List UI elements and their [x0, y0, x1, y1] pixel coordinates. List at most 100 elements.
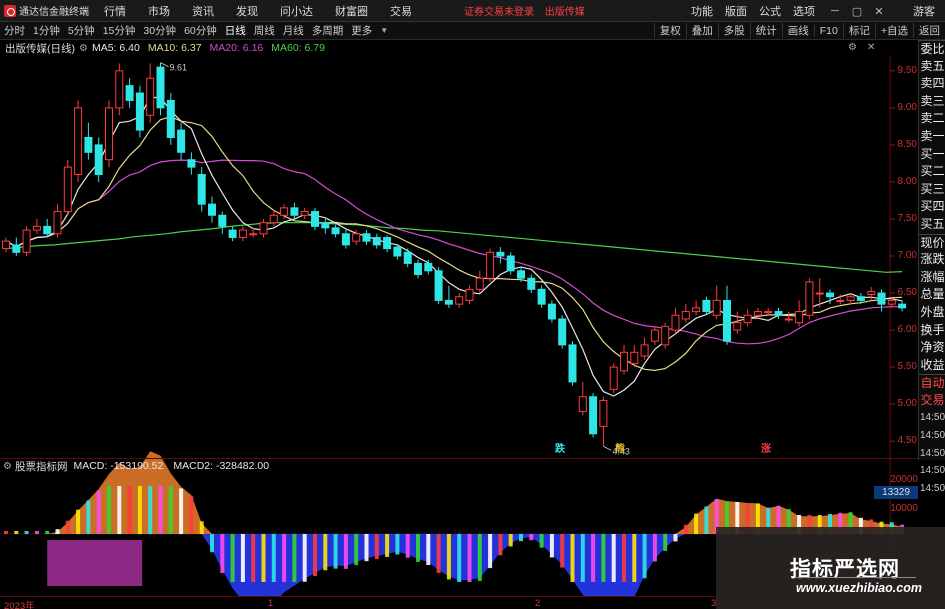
- candle[interactable]: [22, 226, 31, 256]
- overlay-button[interactable]: 叠加: [685, 23, 718, 38]
- candle[interactable]: [681, 304, 690, 323]
- sidebar-item[interactable]: 外盘: [919, 304, 945, 322]
- candle[interactable]: [228, 226, 237, 242]
- menu-quotes[interactable]: 行情: [104, 3, 126, 19]
- sidebar-item[interactable]: 买五: [919, 216, 945, 234]
- period-monthly[interactable]: 月线: [279, 23, 308, 38]
- candle[interactable]: [589, 393, 598, 438]
- close-icon[interactable]: ✕: [867, 42, 875, 53]
- candle[interactable]: [650, 326, 659, 345]
- candle[interactable]: [599, 396, 608, 447]
- candle[interactable]: [166, 93, 175, 145]
- candle[interactable]: [403, 248, 412, 268]
- adjust-button[interactable]: 复权: [653, 23, 686, 38]
- candle[interactable]: [558, 315, 567, 349]
- candle[interactable]: [311, 207, 319, 231]
- candle[interactable]: [527, 274, 536, 294]
- candle[interactable]: [259, 218, 268, 238]
- candle[interactable]: [2, 237, 10, 253]
- auto-trade-button[interactable]: 交易: [919, 392, 945, 410]
- sidebar-item[interactable]: 总量: [919, 286, 945, 304]
- candle[interactable]: [115, 63, 124, 116]
- candle[interactable]: [455, 293, 464, 308]
- period-5min[interactable]: 5分钟: [64, 23, 99, 38]
- candle[interactable]: [84, 122, 93, 160]
- candle[interactable]: [434, 267, 443, 305]
- candle[interactable]: [290, 202, 299, 219]
- candle[interactable]: [764, 307, 773, 316]
- candle[interactable]: [269, 210, 278, 227]
- candle[interactable]: [12, 237, 21, 256]
- candle[interactable]: [630, 344, 639, 368]
- candle[interactable]: [197, 167, 206, 212]
- candle[interactable]: [53, 204, 62, 238]
- candle[interactable]: [321, 218, 330, 234]
- candle[interactable]: [105, 100, 113, 168]
- menu-trade[interactable]: 交易: [390, 3, 412, 19]
- candle[interactable]: [826, 289, 834, 305]
- sidebar-item[interactable]: 买三: [919, 181, 945, 199]
- candle[interactable]: [867, 287, 876, 301]
- period-multi[interactable]: 多周期: [308, 23, 348, 38]
- multi-stock-button[interactable]: 多股: [717, 23, 750, 38]
- candle[interactable]: [702, 296, 711, 316]
- sidebar-item[interactable]: 卖三: [919, 93, 945, 111]
- candle[interactable]: [547, 300, 556, 323]
- period-intraday[interactable]: 分时: [0, 23, 29, 38]
- period-60min[interactable]: 60分钟: [180, 23, 221, 38]
- candle[interactable]: [146, 63, 155, 123]
- menu-market[interactable]: 市场: [148, 3, 170, 19]
- candle[interactable]: [372, 233, 381, 249]
- candle[interactable]: [475, 270, 484, 294]
- settings-icon[interactable]: ⚙: [79, 43, 88, 54]
- candle[interactable]: [177, 122, 186, 160]
- candle[interactable]: [74, 100, 83, 182]
- candle[interactable]: [187, 152, 196, 175]
- candle[interactable]: [135, 85, 144, 138]
- menu-ask[interactable]: 问小达: [280, 3, 313, 19]
- chevron-down-icon[interactable]: ▼: [380, 26, 388, 35]
- candle[interactable]: [486, 248, 495, 282]
- sidebar-item[interactable]: 收益: [919, 357, 945, 375]
- draw-button[interactable]: 画线: [781, 23, 814, 38]
- candle[interactable]: [568, 341, 577, 386]
- candle[interactable]: [692, 300, 701, 316]
- restore-icon[interactable]: ▢: [849, 5, 865, 18]
- sidebar-item[interactable]: 涨跌: [919, 251, 945, 269]
- menu-options[interactable]: 选项: [793, 3, 815, 19]
- candle[interactable]: [331, 224, 340, 238]
- candle[interactable]: [671, 307, 680, 334]
- candle[interactable]: [743, 309, 752, 327]
- period-30min[interactable]: 30分钟: [139, 23, 180, 38]
- statistics-button[interactable]: 统计: [749, 23, 782, 38]
- menu-discover[interactable]: 发现: [236, 3, 258, 19]
- sidebar-item[interactable]: 买四: [919, 198, 945, 216]
- guest-user[interactable]: 游客: [913, 3, 935, 19]
- auto-trade-button[interactable]: 自动: [919, 374, 945, 392]
- candle[interactable]: [300, 207, 309, 219]
- sidebar-item[interactable]: 换手: [919, 322, 945, 340]
- candle[interactable]: [805, 278, 814, 319]
- kline-chart[interactable]: 9.614.43跌熊涨: [0, 56, 918, 596]
- period-weekly[interactable]: 周线: [250, 23, 279, 38]
- sidebar-item[interactable]: 净资: [919, 339, 945, 357]
- minimize-icon[interactable]: ─: [827, 5, 843, 17]
- candle[interactable]: [414, 259, 422, 279]
- sidebar-item[interactable]: 现价: [919, 233, 945, 252]
- sidebar-item[interactable]: 卖四: [919, 75, 945, 93]
- period-daily[interactable]: 日线: [221, 23, 250, 38]
- settings-icon[interactable]: ⚙: [848, 42, 857, 53]
- login-notice[interactable]: 证券交易未登录 出版传媒: [464, 3, 593, 18]
- candle[interactable]: [444, 285, 453, 308]
- candle[interactable]: [218, 211, 227, 234]
- login-status[interactable]: 证券交易未登录: [464, 7, 534, 18]
- candle[interactable]: [393, 244, 402, 260]
- sidebar-item[interactable]: 买二: [919, 163, 945, 181]
- mark-button[interactable]: 标记: [842, 23, 875, 38]
- candle[interactable]: [620, 344, 628, 375]
- period-more[interactable]: 更多: [347, 23, 376, 38]
- sidebar-item[interactable]: 卖一: [919, 128, 945, 146]
- indicator-name[interactable]: 股票指标网: [15, 459, 68, 474]
- candle[interactable]: [609, 363, 618, 394]
- menu-formula[interactable]: 公式: [759, 3, 781, 19]
